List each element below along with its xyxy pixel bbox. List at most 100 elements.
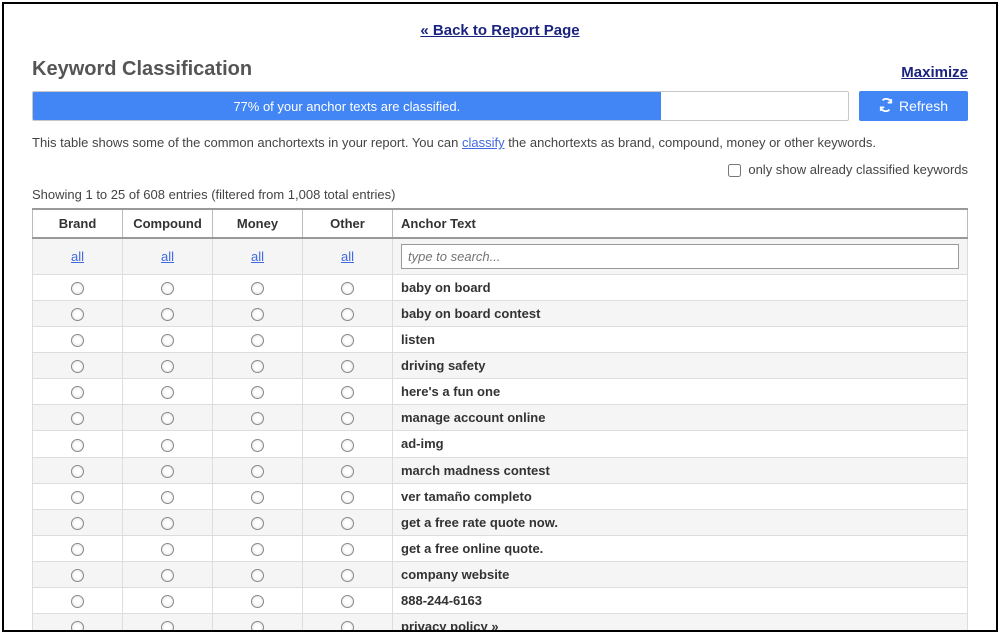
refresh-button[interactable]: Refresh <box>859 91 968 121</box>
radio-compound[interactable] <box>161 412 174 425</box>
radio-brand[interactable] <box>71 465 84 478</box>
table-row: ad-img <box>33 431 968 457</box>
radio-compound[interactable] <box>161 543 174 556</box>
radio-cell-money <box>213 405 303 431</box>
radio-money[interactable] <box>251 360 264 373</box>
radio-compound[interactable] <box>161 439 174 452</box>
back-to-report-link[interactable]: « Back to Report Page <box>420 22 579 39</box>
radio-other[interactable] <box>341 491 354 504</box>
radio-money[interactable] <box>251 621 264 632</box>
radio-other[interactable] <box>341 386 354 399</box>
table-row: company website <box>33 561 968 587</box>
table-row: baby on board <box>33 275 968 301</box>
radio-other[interactable] <box>341 465 354 478</box>
radio-money[interactable] <box>251 569 264 582</box>
radio-brand[interactable] <box>71 386 84 399</box>
all-link-brand[interactable]: all <box>71 249 84 264</box>
radio-brand[interactable] <box>71 621 84 632</box>
radio-other[interactable] <box>341 621 354 632</box>
radio-other[interactable] <box>341 595 354 608</box>
radio-money[interactable] <box>251 439 264 452</box>
radio-cell-money <box>213 535 303 561</box>
classify-link[interactable]: classify <box>462 135 505 150</box>
all-link-money[interactable]: all <box>251 249 264 264</box>
radio-brand[interactable] <box>71 569 84 582</box>
only-classified-checkbox[interactable] <box>728 164 741 177</box>
radio-other[interactable] <box>341 282 354 295</box>
radio-cell-money <box>213 431 303 457</box>
refresh-icon <box>879 98 893 115</box>
radio-other[interactable] <box>341 569 354 582</box>
radio-compound[interactable] <box>161 386 174 399</box>
radio-money[interactable] <box>251 334 264 347</box>
radio-compound[interactable] <box>161 517 174 530</box>
radio-cell-other <box>303 613 393 632</box>
radio-brand[interactable] <box>71 543 84 556</box>
radio-other[interactable] <box>341 334 354 347</box>
radio-brand[interactable] <box>71 360 84 373</box>
radio-cell-money <box>213 275 303 301</box>
anchor-text-cell: get a free rate quote now. <box>393 509 968 535</box>
radio-other[interactable] <box>341 360 354 373</box>
description-post: the anchortexts as brand, compound, mone… <box>505 135 876 150</box>
radio-cell-money <box>213 379 303 405</box>
radio-cell-money <box>213 509 303 535</box>
radio-brand[interactable] <box>71 595 84 608</box>
radio-brand[interactable] <box>71 517 84 530</box>
radio-cell-compound <box>123 535 213 561</box>
all-link-other[interactable]: all <box>341 249 354 264</box>
refresh-label: Refresh <box>899 98 948 114</box>
radio-cell-brand <box>33 483 123 509</box>
radio-other[interactable] <box>341 543 354 556</box>
radio-brand[interactable] <box>71 308 84 321</box>
radio-other[interactable] <box>341 412 354 425</box>
radio-compound[interactable] <box>161 595 174 608</box>
radio-compound[interactable] <box>161 308 174 321</box>
radio-compound[interactable] <box>161 360 174 373</box>
radio-brand[interactable] <box>71 282 84 295</box>
radio-money[interactable] <box>251 465 264 478</box>
radio-brand[interactable] <box>71 439 84 452</box>
radio-compound[interactable] <box>161 621 174 632</box>
radio-cell-brand <box>33 561 123 587</box>
radio-compound[interactable] <box>161 491 174 504</box>
radio-money[interactable] <box>251 517 264 530</box>
radio-other[interactable] <box>341 308 354 321</box>
col-header-anchor[interactable]: Anchor Text <box>393 209 968 238</box>
radio-money[interactable] <box>251 595 264 608</box>
radio-compound[interactable] <box>161 282 174 295</box>
radio-money[interactable] <box>251 543 264 556</box>
radio-cell-compound <box>123 457 213 483</box>
anchor-text-cell: ad-img <box>393 431 968 457</box>
radio-compound[interactable] <box>161 334 174 347</box>
radio-money[interactable] <box>251 412 264 425</box>
radio-other[interactable] <box>341 517 354 530</box>
col-header-compound[interactable]: Compound <box>123 209 213 238</box>
search-input[interactable] <box>401 244 959 269</box>
radio-compound[interactable] <box>161 465 174 478</box>
table-row: manage account online <box>33 405 968 431</box>
radio-money[interactable] <box>251 491 264 504</box>
radio-brand[interactable] <box>71 412 84 425</box>
radio-cell-other <box>303 561 393 587</box>
radio-other[interactable] <box>341 439 354 452</box>
radio-cell-money <box>213 613 303 632</box>
only-classified-label[interactable]: only show already classified keywords <box>728 162 968 177</box>
radio-money[interactable] <box>251 282 264 295</box>
radio-cell-other <box>303 431 393 457</box>
radio-money[interactable] <box>251 386 264 399</box>
col-header-other[interactable]: Other <box>303 209 393 238</box>
radio-brand[interactable] <box>71 334 84 347</box>
classification-table: Brand Compound Money Other Anchor Text a… <box>32 208 968 632</box>
radio-compound[interactable] <box>161 569 174 582</box>
anchor-text-cell: manage account online <box>393 405 968 431</box>
radio-brand[interactable] <box>71 491 84 504</box>
col-header-brand[interactable]: Brand <box>33 209 123 238</box>
description: This table shows some of the common anch… <box>32 135 968 150</box>
all-link-compound[interactable]: all <box>161 249 174 264</box>
radio-cell-money <box>213 327 303 353</box>
maximize-link[interactable]: Maximize <box>901 64 968 81</box>
page-title: Keyword Classification <box>32 58 252 81</box>
col-header-money[interactable]: Money <box>213 209 303 238</box>
radio-money[interactable] <box>251 308 264 321</box>
